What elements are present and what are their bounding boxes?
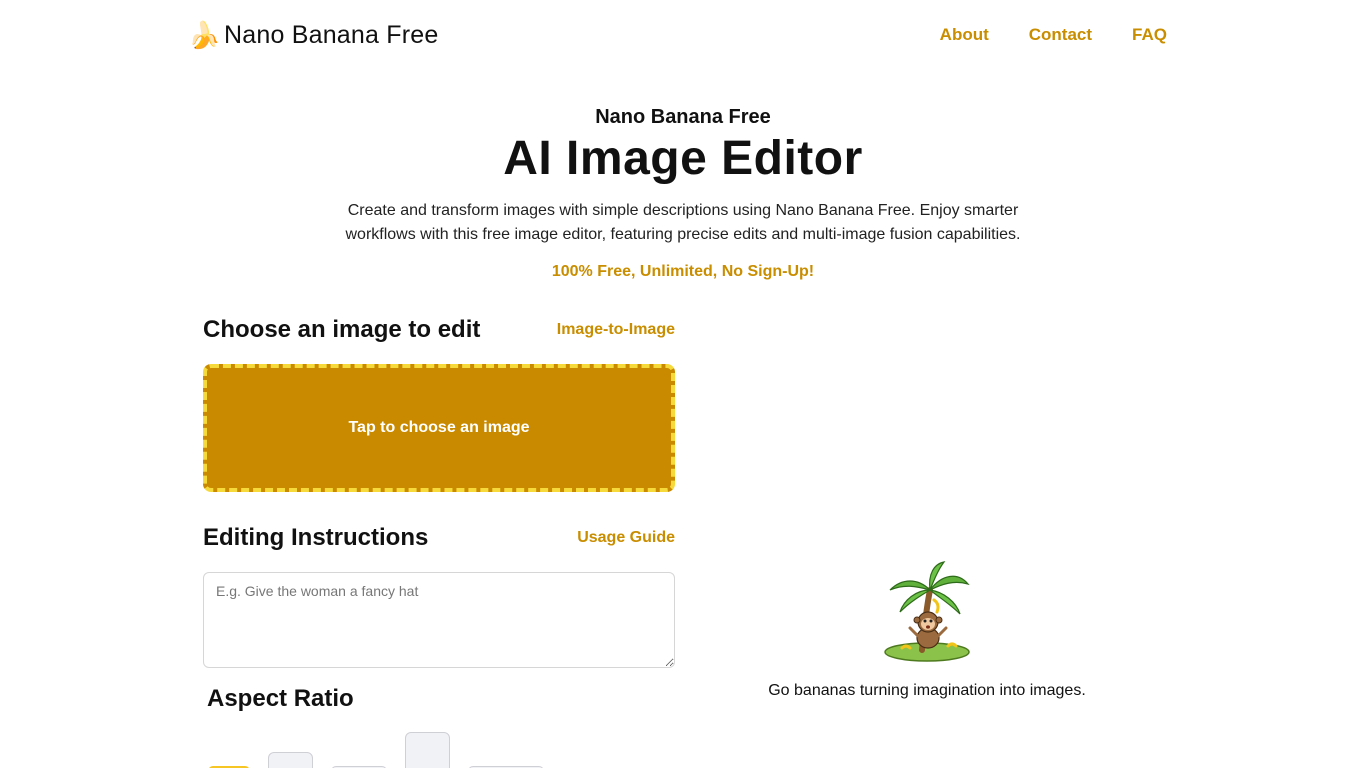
aspect-ratio-option[interactable] (268, 752, 313, 768)
dropzone-label: Tap to choose an image (348, 419, 530, 436)
image-to-image-link[interactable]: Image-to-Image (557, 321, 675, 339)
nav-about-link[interactable]: About (940, 25, 989, 45)
site-header: 🍌 Nano Banana Free About Contact FAQ (0, 0, 1366, 72)
monkey-palm-tree-illustration (884, 561, 970, 662)
aspect-ratio-title: Aspect Ratio (207, 685, 354, 712)
main-nav: About Contact FAQ (940, 25, 1167, 45)
aspect-ratio-option[interactable] (405, 732, 450, 768)
brand-logo[interactable]: 🍌 Nano Banana Free (188, 20, 438, 50)
hero-section: Nano Banana Free AI Image Editor Create … (0, 106, 1366, 281)
banana-icon: 🍌 (188, 20, 221, 50)
hero-subtitle: Nano Banana Free (595, 106, 771, 128)
page-title: AI Image Editor (503, 132, 863, 185)
free-badge-text: 100% Free, Unlimited, No Sign-Up! (551, 263, 815, 280)
image-dropzone[interactable]: Tap to choose an image (203, 364, 675, 492)
hero-description: Create and transform images with simple … (345, 202, 1021, 243)
instructions-title: Editing Instructions (203, 524, 429, 551)
preview-caption: Go bananas turning imagination into imag… (768, 682, 1086, 699)
instructions-section-header: Editing Instructions Usage Guide (203, 524, 675, 552)
upload-section-header: Choose an image to edit Image-to-Image (203, 316, 675, 344)
editing-instructions-input[interactable] (203, 572, 675, 668)
brand-name: Nano Banana Free (224, 20, 439, 49)
nav-contact-link[interactable]: Contact (1029, 25, 1092, 45)
usage-guide-link[interactable]: Usage Guide (577, 529, 675, 547)
upload-title: Choose an image to edit (203, 316, 481, 343)
result-preview-area: Go bananas turning imagination into imag… (705, 560, 1149, 700)
nav-faq-link[interactable]: FAQ (1132, 25, 1167, 45)
